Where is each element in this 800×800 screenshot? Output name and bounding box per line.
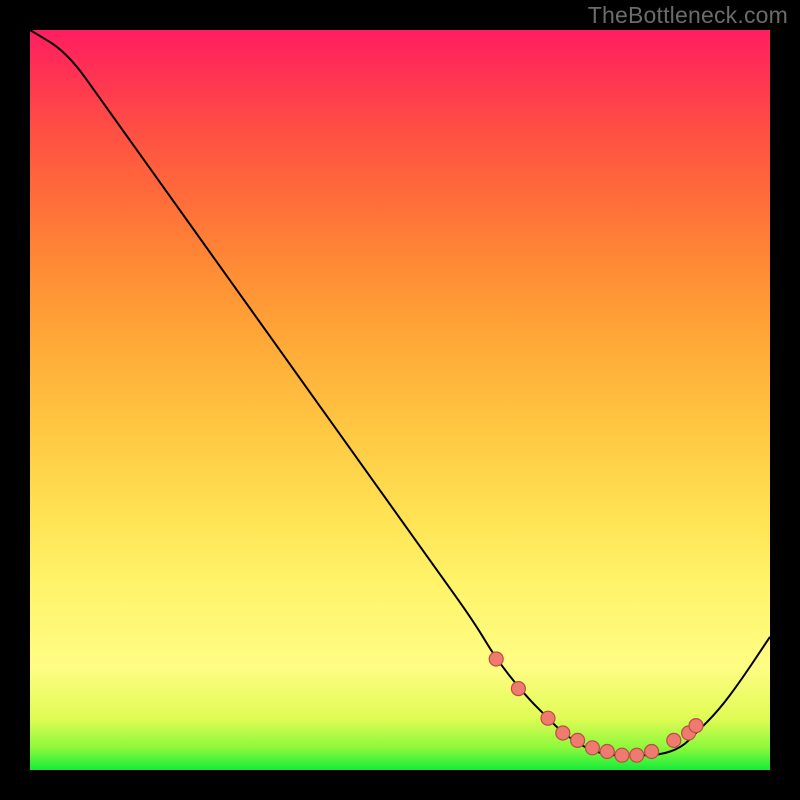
curve-marker [615,748,629,762]
watermark-text: TheBottleneck.com [588,2,788,29]
curve-marker [630,748,644,762]
curve-marker [667,733,681,747]
curve-marker [571,733,585,747]
curve-marker [585,741,599,755]
chart-svg [30,30,770,770]
curve-marker [541,711,555,725]
curve-marker [689,719,703,733]
bottleneck-curve-path [30,30,770,755]
curve-marker [556,726,570,740]
curve-marker [645,745,659,759]
curve-marker [511,682,525,696]
curve-marker [600,745,614,759]
marker-group [489,652,703,762]
curve-marker [489,652,503,666]
chart-frame: TheBottleneck.com [0,0,800,800]
